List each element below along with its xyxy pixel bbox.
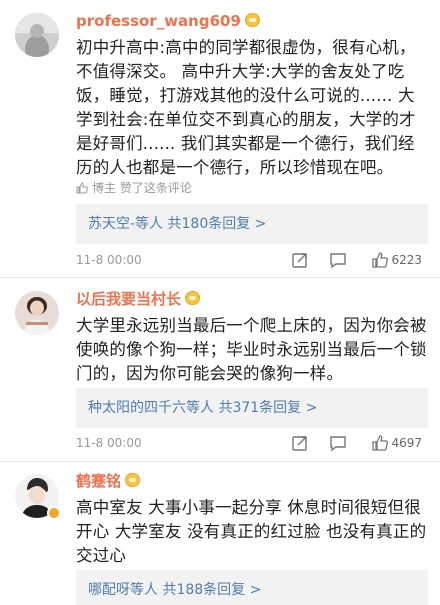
username-text[interactable]: 以后我要当村长: [76, 290, 181, 308]
comment-text: 大学里永远别当最后一个爬上床的，因为你会被使唤的像个狗一样；毕业时永远别当最后一…: [76, 316, 427, 383]
fan-badge-icon: [244, 13, 260, 27]
username[interactable]: 鹤蹇铭: [76, 471, 141, 491]
liked-by-text: 博主 赞了这条评论: [92, 181, 192, 195]
comment-text: 高中室友 大事小事一起分享 休息时间很短但很开心 大学室友 没有真正的红过脸 也…: [76, 498, 427, 565]
divider: [0, 277, 440, 278]
comment-text: 初中升高中:高中的同学都很虚伪，很有心机，不值得深交。 高中升大学:大学的舍友处…: [76, 38, 416, 177]
thumb-up-icon[interactable]: [371, 434, 389, 452]
timestamp: 11-8 00:00: [76, 436, 142, 450]
reply-thread-link[interactable]: 苏天空-等人 共180条回复 >: [76, 204, 428, 244]
verified-icon: [47, 506, 61, 520]
reply-thread-link[interactable]: 哪配呀等人 共188条回复 >: [76, 570, 428, 605]
share-icon[interactable]: [291, 251, 309, 269]
timestamp: 11-8 00:00: [76, 253, 142, 267]
thumb-up-icon[interactable]: [371, 251, 389, 269]
share-icon[interactable]: [291, 434, 309, 452]
comment-icon[interactable]: [329, 434, 347, 452]
fan-badge-icon: [185, 291, 201, 305]
fan-badge-icon: [125, 473, 141, 487]
reply-thread-link[interactable]: 种太阳的四千六等人 共371条回复 >: [76, 388, 428, 428]
username-text[interactable]: professor_wang609: [76, 12, 241, 30]
avatar[interactable]: [15, 13, 59, 57]
like-small-icon: [76, 182, 88, 194]
avatar[interactable]: [15, 291, 59, 335]
liked-by-author: 博主 赞了这条评论: [76, 180, 192, 196]
comment-footer: 11-8 00:00 4697: [76, 434, 428, 454]
like-count: 6223: [391, 253, 422, 267]
username-text[interactable]: 鹤蹇铭: [76, 472, 121, 490]
divider: [0, 461, 440, 462]
comment-icon[interactable]: [329, 251, 347, 269]
like-count: 4697: [391, 436, 422, 450]
username[interactable]: professor_wang609: [76, 11, 260, 31]
comment-footer: 11-8 00:00 6223: [76, 251, 428, 271]
username[interactable]: 以后我要当村长: [76, 289, 201, 309]
